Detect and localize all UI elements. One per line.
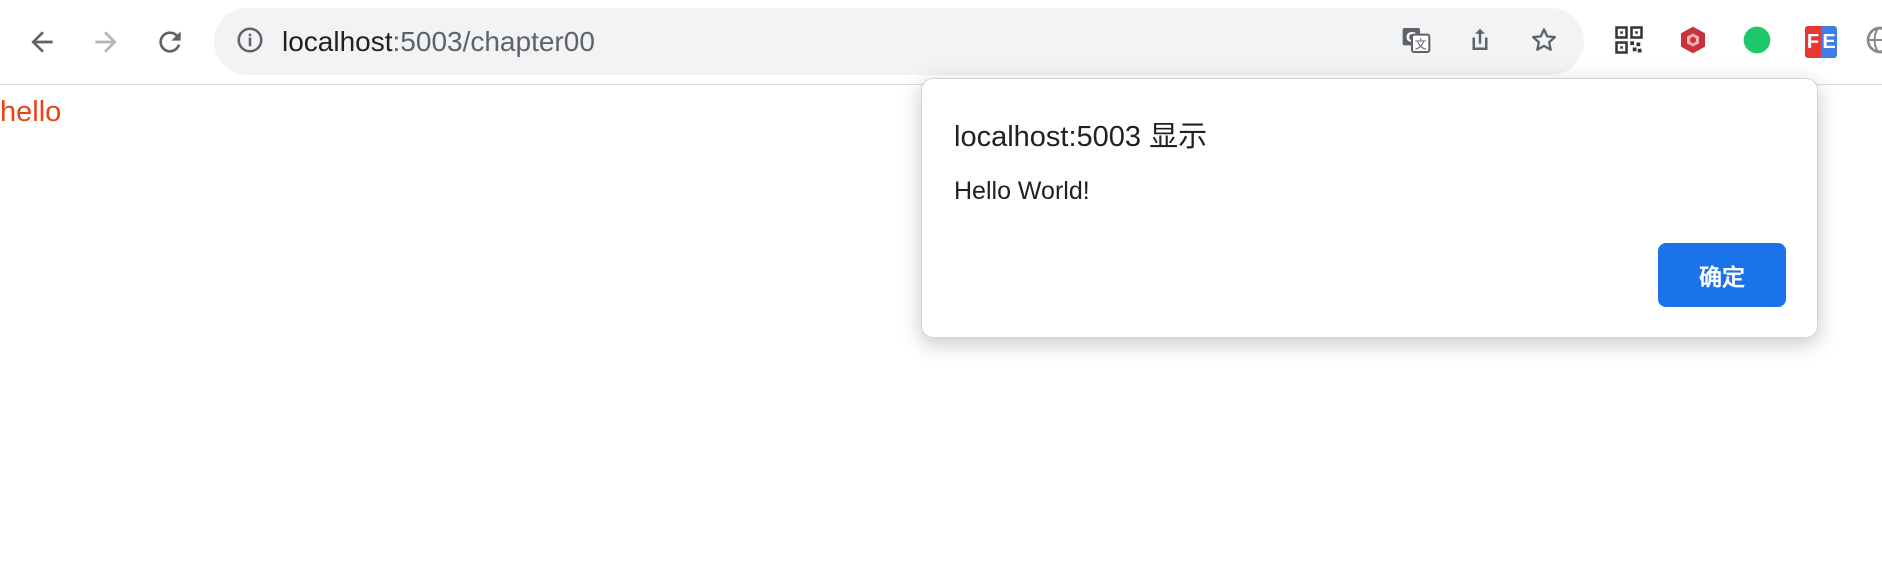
translate-icon: G 文 <box>1400 24 1432 61</box>
dialog-message: Hello World! <box>954 177 1090 205</box>
reload-icon <box>154 26 186 58</box>
info-icon <box>235 25 265 60</box>
reload-button[interactable] <box>148 20 192 64</box>
fe-extension-button[interactable]: FE <box>1803 24 1839 60</box>
svg-text:文: 文 <box>1415 36 1427 51</box>
ok-button[interactable]: 确定 <box>1658 243 1786 307</box>
dialog-title: localhost:5003 显示 <box>954 121 1208 153</box>
url-host: localhost <box>282 26 393 57</box>
fe-extension-letter-f: F <box>1805 26 1821 58</box>
qr-code-extension-icon <box>1614 25 1644 60</box>
fe-extension-letter-e: E <box>1821 26 1837 58</box>
back-button[interactable] <box>20 20 64 64</box>
address-bar[interactable]: localhost:5003/chapter00 G 文 <box>214 8 1584 75</box>
share-icon <box>1465 25 1495 60</box>
forward-button[interactable] <box>84 20 128 64</box>
hexagon-extension-button[interactable] <box>1675 24 1711 60</box>
fe-extension-icon: FE <box>1805 26 1837 58</box>
browser-toolbar: localhost:5003/chapter00 G 文 <box>0 0 1882 85</box>
share-button[interactable] <box>1462 24 1498 60</box>
forward-arrow-icon <box>90 26 122 58</box>
alert-dialog: localhost:5003 显示 Hello World! 确定 <box>921 78 1818 338</box>
site-info-button[interactable] <box>234 26 266 58</box>
bookmark-button[interactable] <box>1526 24 1562 60</box>
globe-extension-button[interactable] <box>1864 24 1882 60</box>
green-dot-extension-button[interactable] <box>1739 24 1775 60</box>
globe-extension-icon <box>1864 24 1882 60</box>
back-arrow-icon <box>26 26 58 58</box>
qr-code-extension-button[interactable] <box>1611 24 1647 60</box>
url-text[interactable]: localhost:5003/chapter00 <box>282 8 595 75</box>
green-dot-extension-icon <box>1741 24 1773 61</box>
browser-window: localhost:5003/chapter00 G 文 <box>0 0 1882 566</box>
url-path: :5003/chapter00 <box>392 26 595 57</box>
hexagon-extension-icon <box>1677 24 1709 61</box>
star-icon <box>1529 25 1559 60</box>
translate-button[interactable]: G 文 <box>1398 24 1434 60</box>
hello-text: hello <box>0 96 62 128</box>
